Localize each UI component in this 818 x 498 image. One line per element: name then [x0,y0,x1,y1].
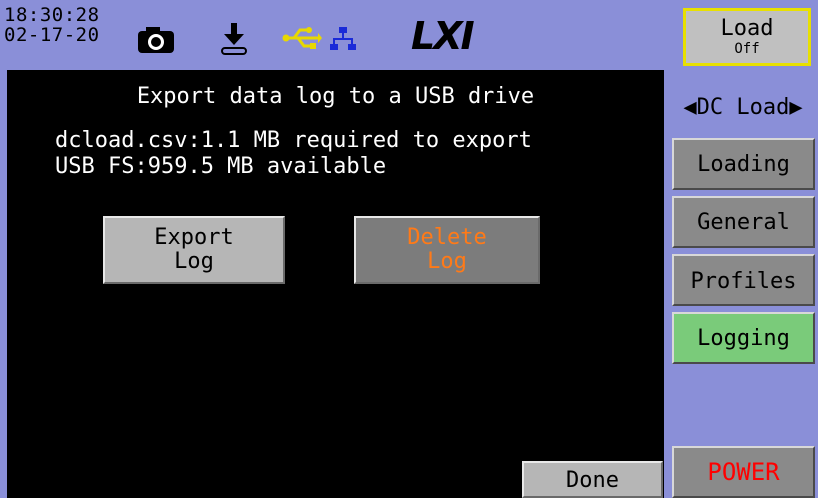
panel-title: Export data log to a USB drive [136,84,535,109]
delete-log-button[interactable]: Delete Log [354,216,540,284]
export-log-button[interactable]: Export Log [103,216,285,284]
load-state: Off [734,41,760,57]
softkey-menu: Load Off ◀DC Load▶ Loading General Profi… [668,0,818,498]
export-info: dcload.csv:1.1 MB required to export USB… [55,128,532,180]
lxi-logo: LXI [411,14,475,58]
export-log-label-line1: Export [154,225,234,250]
delete-log-label-line1: Delete [407,225,487,250]
camera-icon[interactable] [136,25,176,55]
status-bar: 18:30:28 02-17-20 LXI [0,0,668,70]
usb-icon [282,27,322,49]
power-key[interactable]: POWER [672,446,815,498]
lan-icon [330,27,356,50]
done-button[interactable]: Done [522,461,663,498]
export-log-label-line2: Log [174,249,214,274]
instrument-screen: 18:30:28 02-17-20 LXI Export data log to… [0,0,818,498]
available-space-text: USB FS:959.5 MB available [55,154,387,179]
softkey-profiles[interactable]: Profiles [672,254,815,306]
download-icon [221,23,247,55]
date-display: 02-17-20 [4,24,100,46]
softkey-logging[interactable]: Logging [672,312,815,364]
menu-title-dc-load[interactable]: ◀DC Load▶ [668,95,818,121]
delete-log-label-line2: Log [427,249,467,274]
clock: 18:30:28 02-17-20 [4,6,100,46]
softkey-general[interactable]: General [672,196,815,248]
load-toggle-key[interactable]: Load Off [683,8,811,66]
load-key-label: Load [720,16,774,41]
softkey-loading[interactable]: Loading [672,138,815,190]
export-log-panel: Export data log to a USB drive dcload.cs… [7,70,664,498]
required-size-text: dcload.csv:1.1 MB required to export [55,128,532,153]
time-display: 18:30:28 [4,4,100,26]
